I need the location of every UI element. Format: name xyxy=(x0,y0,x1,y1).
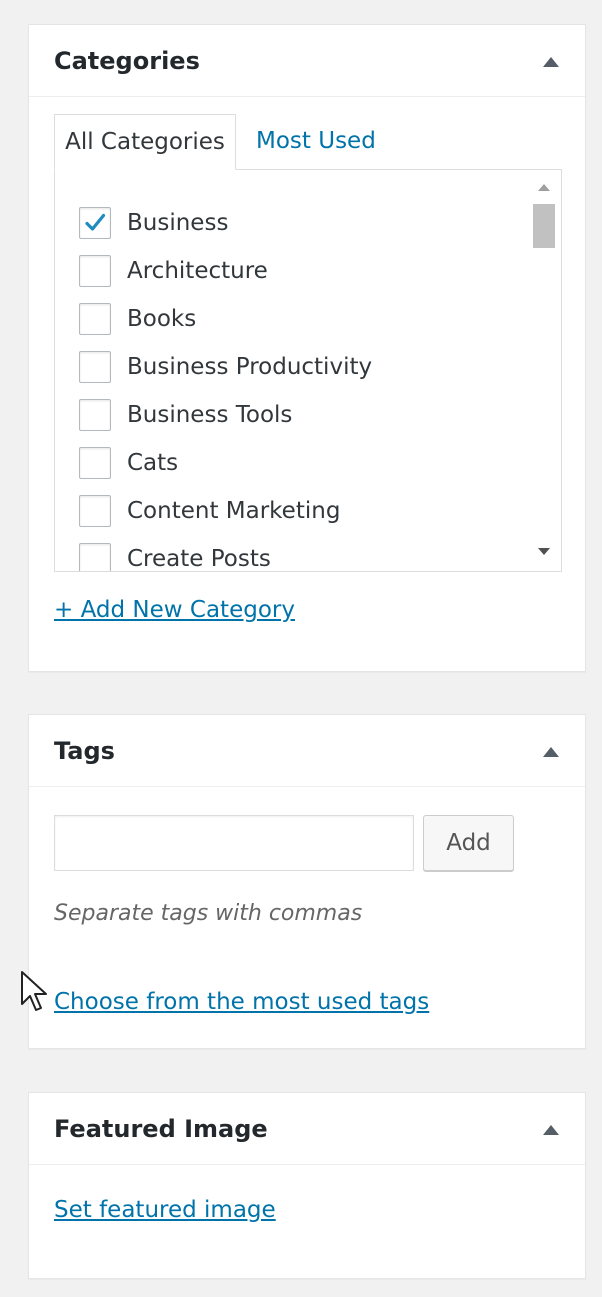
category-checkbox[interactable] xyxy=(79,495,111,527)
tags-panel-header[interactable]: Tags xyxy=(29,715,585,787)
checkmark-icon xyxy=(85,213,106,231)
featured-image-panel: Featured Image Set featured image xyxy=(28,1092,586,1279)
add-tag-button[interactable]: Add xyxy=(423,815,514,871)
category-checkbox[interactable] xyxy=(79,447,111,479)
category-checkbox[interactable] xyxy=(79,255,111,287)
category-label: Create Posts xyxy=(127,546,271,572)
category-item-architecture[interactable]: Architecture xyxy=(55,249,525,297)
category-label: Architecture xyxy=(127,258,268,284)
featured-image-panel-title: Featured Image xyxy=(54,1115,268,1143)
featured-image-panel-header[interactable]: Featured Image xyxy=(29,1093,585,1165)
category-item-books[interactable]: Books xyxy=(55,297,525,345)
categories-panel: Categories All Categories Most Used Busi… xyxy=(28,24,586,672)
category-item-create-posts[interactable]: Create Posts xyxy=(55,537,525,572)
category-checkbox[interactable] xyxy=(79,351,111,383)
choose-most-used-tags-link[interactable]: Choose from the most used tags xyxy=(54,989,429,1015)
tags-hint: Separate tags with commas xyxy=(54,901,363,926)
tab-all-categories[interactable]: All Categories xyxy=(54,114,236,170)
tags-toggle-icon[interactable] xyxy=(543,747,559,757)
category-label: Cats xyxy=(127,450,179,476)
tags-panel: Tags Add Separate tags with commas Choos… xyxy=(28,714,586,1049)
tab-most-used[interactable]: Most Used xyxy=(256,114,376,170)
category-checkbox[interactable] xyxy=(79,207,111,239)
category-item-cats[interactable]: Cats xyxy=(55,441,525,489)
categories-toggle-icon[interactable] xyxy=(543,57,559,67)
category-label: Business xyxy=(127,210,229,236)
featured-image-toggle-icon[interactable] xyxy=(543,1125,559,1135)
category-checkbox[interactable] xyxy=(79,543,111,571)
category-item-business-productivity[interactable]: Business Productivity xyxy=(55,345,525,393)
category-label: Content Marketing xyxy=(127,498,341,524)
add-new-category-link[interactable]: + Add New Category xyxy=(54,597,295,623)
category-label: Business Tools xyxy=(127,402,293,428)
category-checklist: Business Architecture Books Business Pro… xyxy=(54,169,562,572)
category-list: Business Architecture Books Business Pro… xyxy=(55,201,525,572)
scroll-down-icon[interactable] xyxy=(538,548,550,555)
tag-input[interactable] xyxy=(54,815,414,871)
category-label: Business Productivity xyxy=(127,354,373,380)
category-item-content-marketing[interactable]: Content Marketing xyxy=(55,489,525,537)
category-item-business-tools[interactable]: Business Tools xyxy=(55,393,525,441)
category-checkbox[interactable] xyxy=(79,399,111,431)
category-item-business[interactable]: Business xyxy=(55,201,525,249)
scrollbar-thumb[interactable] xyxy=(533,204,555,248)
tags-panel-title: Tags xyxy=(54,737,115,765)
category-scrollbar[interactable] xyxy=(527,170,561,571)
scroll-up-icon[interactable] xyxy=(538,184,550,191)
mouse-pointer-icon xyxy=(21,971,47,1011)
categories-panel-header[interactable]: Categories xyxy=(29,25,585,97)
category-label: Books xyxy=(127,306,197,332)
category-checkbox[interactable] xyxy=(79,303,111,335)
set-featured-image-link[interactable]: Set featured image xyxy=(54,1197,276,1223)
categories-panel-title: Categories xyxy=(54,47,200,75)
